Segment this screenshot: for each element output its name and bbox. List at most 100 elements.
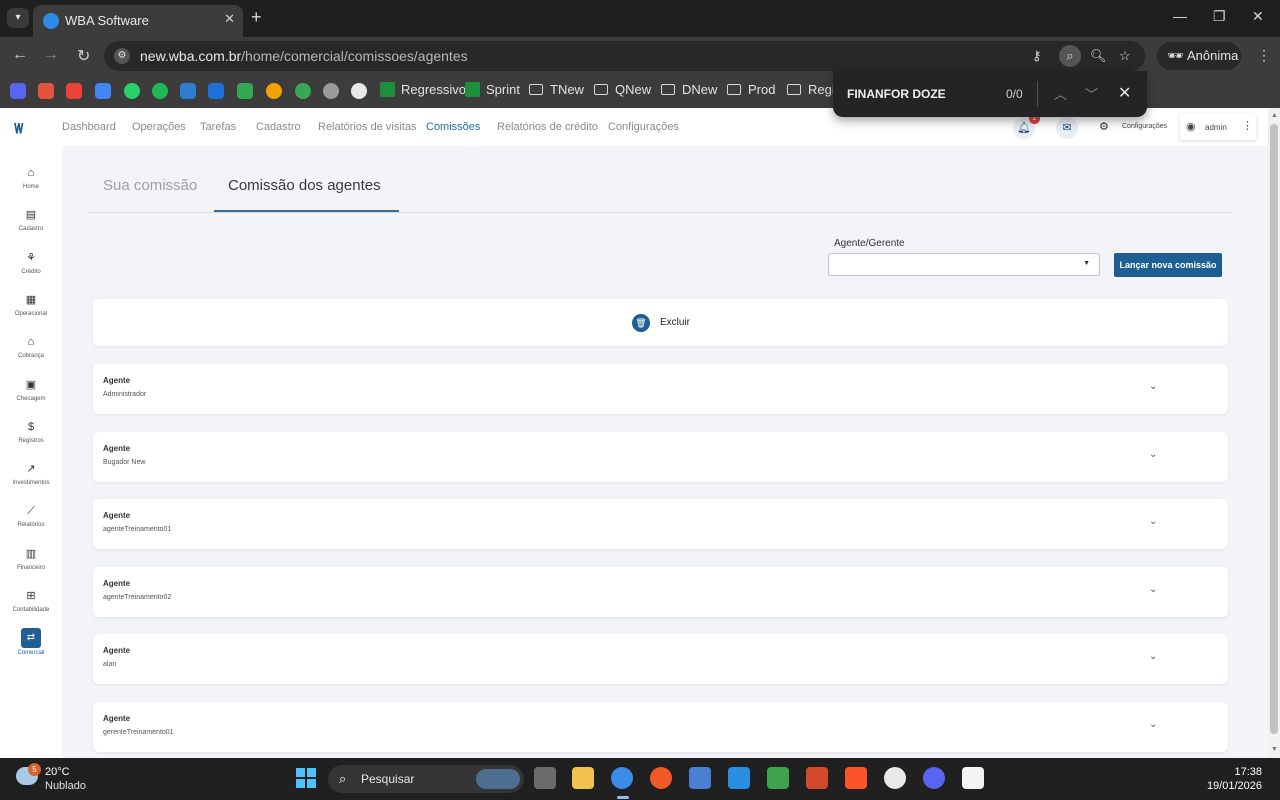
sidebar-item-contabilidade[interactable]: ⊞ Contabilidade — [0, 589, 62, 613]
new-tab-icon[interactable]: + — [251, 7, 262, 28]
settings-label[interactable]: Configurações — [1122, 123, 1167, 130]
sidebar-item-relatorios[interactable]: ⟋ Relatórios — [0, 504, 62, 528]
new-commission-button[interactable]: Lançar nova comissão — [1114, 253, 1222, 277]
sidebar-item-comercial[interactable]: ⇄ Comercial — [0, 627, 62, 656]
discord-icon[interactable] — [923, 767, 945, 789]
find-previous-icon[interactable]: ︿ — [1054, 84, 1067, 103]
jira-bookmark-icon[interactable] — [208, 83, 224, 99]
pacman-bookmark-icon[interactable] — [266, 83, 282, 99]
reload-icon[interactable]: ↻ — [77, 46, 90, 66]
drive-bookmark-icon[interactable] — [237, 83, 253, 99]
sidebar-item-checagem[interactable]: ▣ Checagem — [0, 378, 62, 402]
find-in-page-icon[interactable]: ⌕ — [1059, 45, 1081, 67]
sidebar-item-credito[interactable]: ⚘ Crédito — [0, 251, 62, 275]
bookmark-sprint[interactable]: Sprint — [465, 82, 520, 97]
brave-icon[interactable] — [845, 767, 867, 789]
page-scrollbar[interactable]: ▲ ▼ — [1268, 108, 1280, 758]
password-key-icon[interactable]: ⚷ — [1032, 48, 1042, 64]
start-windows-icon[interactable] — [296, 768, 316, 788]
agent-card[interactable]: Agente Administrador ⌄ — [93, 364, 1228, 414]
bookmark-star-icon[interactable]: ☆ — [1119, 48, 1131, 64]
openai-bookmark-icon[interactable] — [323, 83, 339, 99]
azure-bookmark-icon[interactable] — [180, 83, 196, 99]
url-text[interactable]: new.wba.com.br/home/comercial/comissoes/… — [140, 48, 468, 64]
scroll-down-icon[interactable]: ▼ — [1271, 746, 1278, 753]
user-more-icon[interactable]: ⋮ — [1242, 119, 1253, 132]
sidebar-item-registros[interactable]: $ Registros — [0, 420, 62, 444]
back-icon[interactable]: ← — [12, 46, 28, 64]
agent-card[interactable]: Agente gerenteTreinamento01 ⌄ — [93, 702, 1228, 752]
incognito-profile-button[interactable]: 🕶︎ Anônima — [1157, 42, 1241, 70]
agent-manager-select[interactable]: ▼ — [828, 253, 1100, 276]
github-bookmark-icon[interactable] — [351, 83, 367, 99]
tab-sua-comissao[interactable]: Sua comissão — [103, 177, 197, 194]
sidebar-item-home[interactable]: ⌂ Home — [0, 166, 62, 190]
chat-bookmark-icon[interactable] — [38, 83, 54, 99]
agent-card[interactable]: Agente Bugador New ⌄ — [93, 432, 1228, 482]
wba-logo[interactable]: \/\/ — [14, 120, 23, 136]
calendar-bookmark-icon[interactable] — [95, 83, 111, 99]
address-bar[interactable]: ⚙ new.wba.com.br/home/comercial/comissoe… — [104, 41, 1145, 71]
find-close-icon[interactable]: ✕ — [1118, 83, 1131, 103]
forward-icon[interactable]: → — [43, 46, 59, 64]
coin-bookmark-icon[interactable] — [295, 83, 311, 99]
sidebar-item-cobranca[interactable]: ⌂ Cobrança — [0, 335, 62, 359]
browser-menu-icon[interactable]: ⋮ — [1257, 47, 1271, 64]
node-icon[interactable] — [767, 767, 789, 789]
chevron-down-icon[interactable]: ⌄ — [1149, 516, 1157, 527]
nav-tarefas[interactable]: Tarefas — [200, 121, 236, 133]
weather-description[interactable]: Nublado — [45, 780, 86, 792]
find-next-icon[interactable]: ﹀ — [1085, 84, 1098, 103]
temperature[interactable]: 20°C — [45, 766, 70, 778]
close-tab-icon[interactable]: ✕ — [224, 11, 235, 27]
bookmark-dnew[interactable]: DNew — [661, 82, 717, 97]
chevron-down-icon[interactable]: ⌄ — [1149, 381, 1157, 392]
chevron-down-icon[interactable]: ⌄ — [1149, 584, 1157, 595]
bookmark-prod[interactable]: Prod — [727, 82, 775, 97]
task-view-icon[interactable] — [534, 767, 556, 789]
nav-operacoes[interactable]: Operações — [132, 121, 186, 133]
git-icon[interactable] — [806, 767, 828, 789]
sidebar-item-investimentos[interactable]: ↗ Investimentos — [0, 462, 62, 486]
discord-bookmark-icon[interactable] — [10, 83, 26, 99]
find-query[interactable]: FINANFOR DOZE — [847, 87, 946, 101]
nav-comissoes[interactable]: Comissões — [426, 121, 480, 133]
nav-configuracoes[interactable]: Configurações — [608, 121, 679, 133]
spotify-bookmark-icon[interactable] — [152, 83, 168, 99]
chevron-down-icon[interactable]: ⌄ — [1149, 449, 1157, 460]
chrome-icon[interactable] — [611, 767, 633, 789]
settings-gears-icon[interactable]: ⚙ — [1099, 120, 1109, 133]
nav-cadastro[interactable]: Cadastro — [256, 121, 301, 133]
tab-comissao-agentes[interactable]: Comissão dos agentes — [228, 177, 381, 194]
postman-icon[interactable] — [650, 767, 672, 789]
sidebar-item-operacional[interactable]: ▦ Operacional — [0, 293, 62, 317]
clock-time[interactable]: 17:38 — [1200, 766, 1262, 778]
agent-card[interactable]: Agente agenteTreinamento01 ⌄ — [93, 499, 1228, 549]
restore-icon[interactable]: ❐ — [1213, 8, 1226, 25]
bookmark-qnew[interactable]: QNew — [594, 82, 651, 97]
user-menu[interactable]: ◉ admin ⋮ — [1180, 114, 1256, 140]
chevron-down-icon[interactable]: ⌄ — [1149, 719, 1157, 730]
nav-dashboard[interactable]: Dashboard — [62, 121, 116, 133]
zoom-icon[interactable]: 🔍︎ — [1090, 48, 1107, 64]
mail-icon[interactable]: ✉ — [1056, 117, 1078, 139]
agent-card[interactable]: Agente agenteTreinamento02 ⌄ — [93, 567, 1228, 617]
wba-app-icon[interactable] — [962, 767, 984, 789]
minimize-icon[interactable]: — — [1173, 8, 1187, 24]
sidebar-item-cadastro[interactable]: ▤ Cadastro — [0, 208, 62, 232]
tab-search-icon[interactable]: ▾ — [7, 8, 29, 28]
clock-date[interactable]: 19/01/2026 — [1192, 780, 1262, 792]
agent-card[interactable]: Agente alan ⌄ — [93, 634, 1228, 684]
scrollbar-thumb[interactable] — [1270, 124, 1278, 734]
bookmark-tnew[interactable]: TNew — [529, 82, 584, 97]
ninja-icon[interactable] — [884, 767, 906, 789]
browser-tab[interactable]: WBA Software ✕ — [33, 5, 243, 37]
whatsapp-bookmark-icon[interactable] — [124, 83, 140, 99]
delete-card[interactable]: 🗑︎ Excluir — [93, 299, 1228, 346]
file-explorer-icon[interactable] — [572, 767, 594, 789]
nav-relatorios-visitas[interactable]: Relatórios de visitas — [318, 121, 416, 133]
site-info-icon[interactable]: ⚙ — [114, 48, 130, 64]
gmail-bookmark-icon[interactable] — [66, 83, 82, 99]
taskbar-search[interactable]: ⌕ Pesquisar — [328, 765, 524, 793]
notepad-icon[interactable] — [689, 767, 711, 789]
